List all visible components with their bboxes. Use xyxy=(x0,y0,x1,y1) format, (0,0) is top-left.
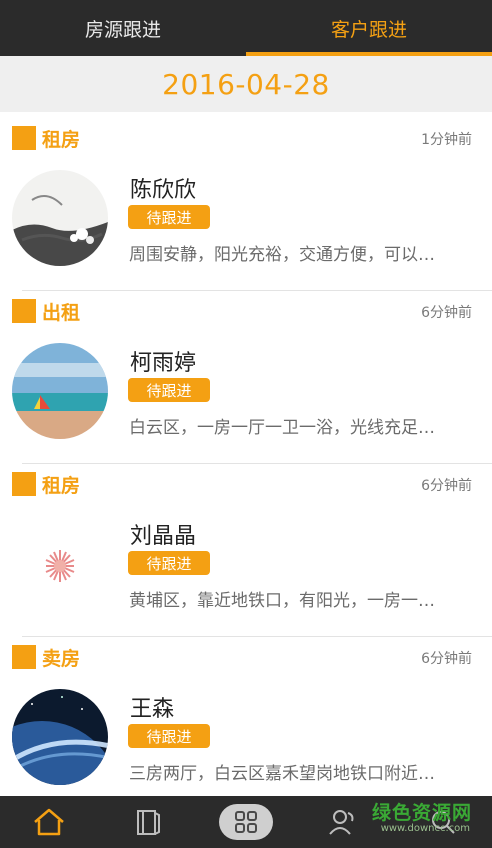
book-icon xyxy=(136,810,160,835)
nav-menu[interactable] xyxy=(197,796,295,848)
item-description: 三房两厅，白云区嘉禾望岗地铁口附近… xyxy=(129,764,435,784)
category-marker-icon xyxy=(12,645,36,669)
followup-list: 租房 1分钟前 陈欣欣 待跟进 周围安静，阳光充裕，交通方便，可以… 出租 6分… xyxy=(0,118,492,810)
item-description: 周围安静，阳光充裕，交通方便，可以… xyxy=(129,245,435,265)
menu-button[interactable] xyxy=(219,804,274,840)
item-description: 白云区，一房一厅一卫一浴，光线充足… xyxy=(129,418,435,438)
item-header: 租房 6分钟前 xyxy=(0,464,492,504)
item-header: 租房 1分钟前 xyxy=(0,118,492,158)
category-label: 租房 xyxy=(42,475,81,497)
avatar[interactable] xyxy=(12,343,108,439)
avatar[interactable] xyxy=(12,170,108,266)
customer-name: 刘晶晶 xyxy=(130,524,197,549)
list-item[interactable]: 租房 6分钟前 刘晶晶 待跟进 黄埔区，靠近地铁口，有阳光，一房一… xyxy=(0,464,492,637)
timestamp: 6分钟前 xyxy=(421,478,472,494)
tab-customer-followup[interactable]: 客户跟进 xyxy=(246,0,492,56)
status-badge: 待跟进 xyxy=(128,378,210,402)
avatar[interactable] xyxy=(12,516,108,612)
date-header: 2016-04-28 xyxy=(0,56,492,112)
category-label: 租房 xyxy=(42,129,81,151)
date-label: 2016-04-28 xyxy=(162,67,330,101)
timestamp: 6分钟前 xyxy=(421,305,472,321)
nav-home[interactable] xyxy=(0,796,98,848)
list-item[interactable]: 租房 1分钟前 陈欣欣 待跟进 周围安静，阳光充裕，交通方便，可以… xyxy=(0,118,492,291)
nav-listings[interactable] xyxy=(98,796,196,848)
watermark-url: www.downcc.com xyxy=(380,823,470,834)
item-description: 黄埔区，靠近地铁口，有阳光，一房一… xyxy=(129,591,435,611)
home-icon xyxy=(34,808,65,836)
customer-name: 王森 xyxy=(130,697,175,722)
category-label: 出租 xyxy=(42,302,81,324)
timestamp: 6分钟前 xyxy=(421,651,472,667)
watermark-logo: 绿色资源网 www.downcc.com xyxy=(356,796,492,848)
status-badge: 待跟进 xyxy=(128,724,210,748)
watermark-text: 绿色资源网 xyxy=(371,802,472,824)
avatar[interactable] xyxy=(12,689,108,785)
app-screen: 房源跟进 客户跟进 2016-04-28 租房 1分钟前 陈欣欣 待跟进 周围安… xyxy=(0,0,492,848)
category-marker-icon xyxy=(12,299,36,323)
item-header: 卖房 6分钟前 xyxy=(0,637,492,677)
category-label: 卖房 xyxy=(42,648,81,670)
list-item[interactable]: 卖房 6分钟前 王森 待跟进 三房两厅，白云区嘉禾望岗地铁口附近… xyxy=(0,637,492,810)
category-marker-icon xyxy=(12,126,36,150)
list-item[interactable]: 出租 6分钟前 柯雨婷 待跟进 白云区，一房一厅一卫一浴，光线充足… xyxy=(0,291,492,464)
status-badge: 待跟进 xyxy=(128,205,210,229)
item-header: 出租 6分钟前 xyxy=(0,291,492,331)
tab-property-followup[interactable]: 房源跟进 xyxy=(0,0,246,56)
customer-name: 陈欣欣 xyxy=(130,178,197,203)
timestamp: 1分钟前 xyxy=(421,132,472,148)
top-tab-bar: 房源跟进 客户跟进 xyxy=(0,0,492,56)
grid-icon xyxy=(235,811,258,833)
status-badge: 待跟进 xyxy=(128,551,210,575)
category-marker-icon xyxy=(12,472,36,496)
customer-name: 柯雨婷 xyxy=(130,351,197,376)
